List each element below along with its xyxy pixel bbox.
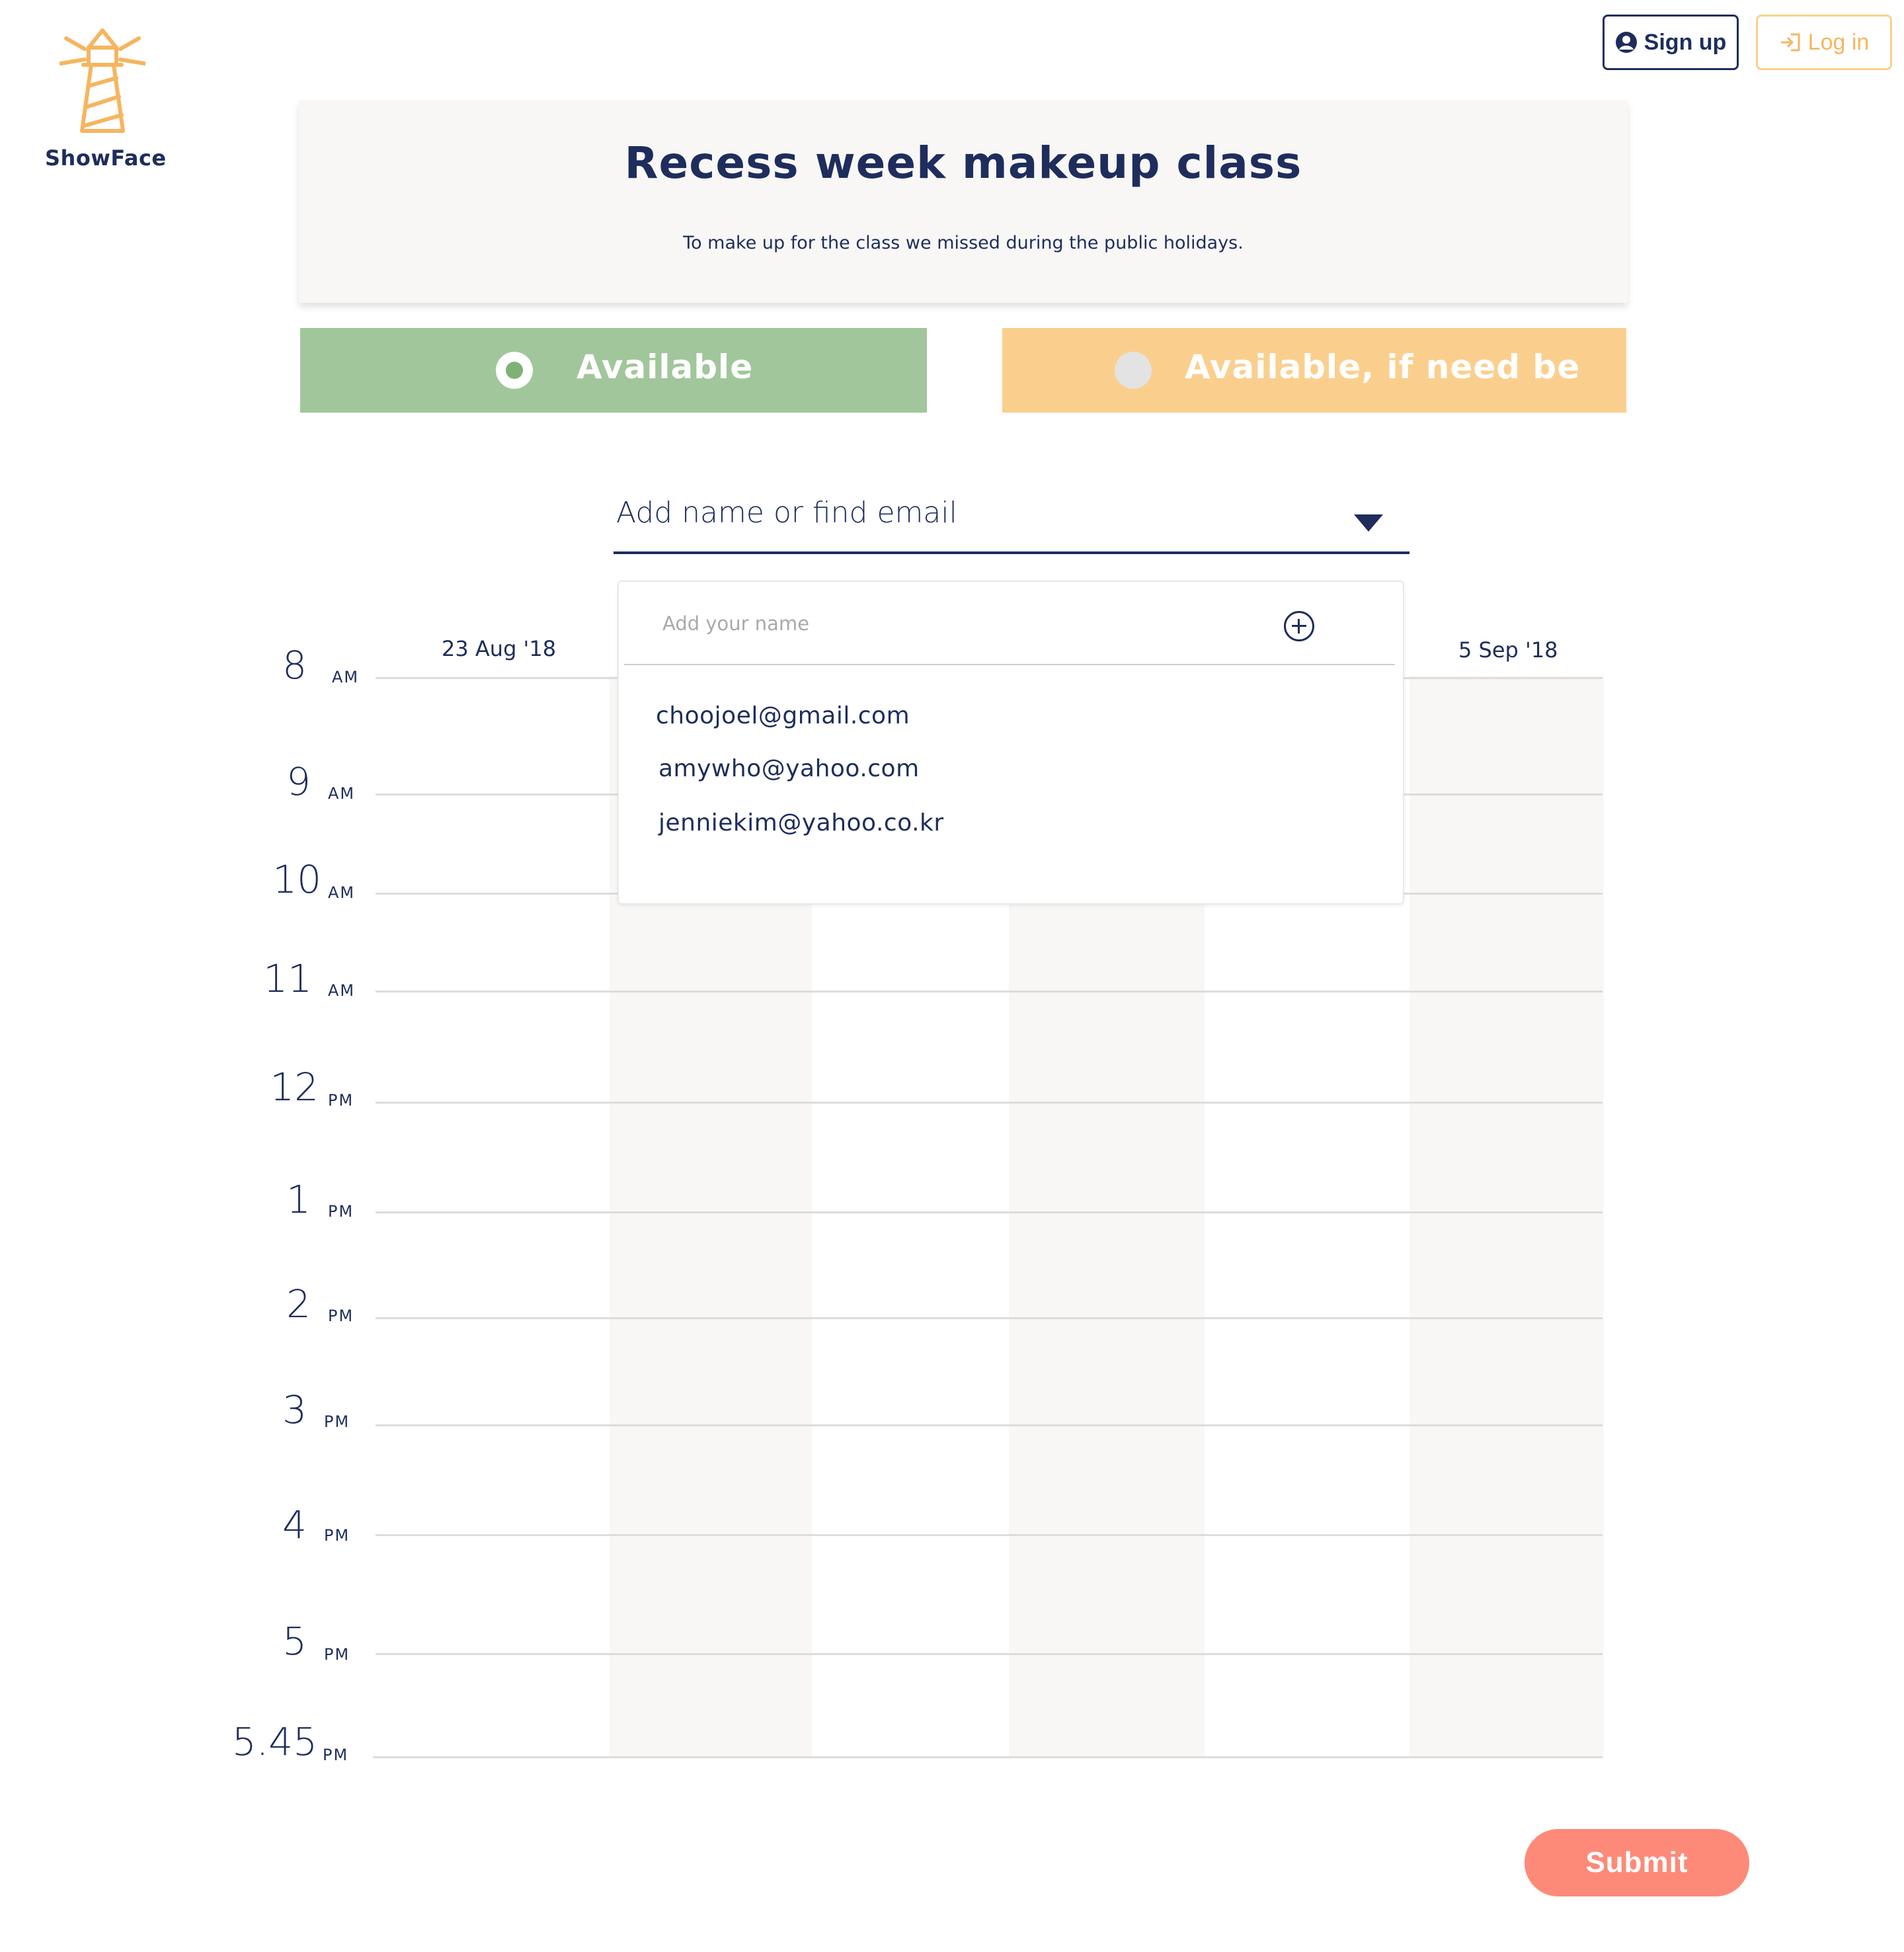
hour-period: AM — [328, 883, 356, 902]
name-select-placeholder: Add name or find email — [616, 496, 957, 530]
hour-line — [376, 1102, 1603, 1104]
hour-period: PM — [328, 1307, 354, 1325]
schedule-grid: 23 Aug '18 5 Sep '18 8 AM 9 AM 10 AM 11 … — [0, 0, 1904, 1952]
hour-number: 10 — [272, 857, 321, 902]
date-label-start: 23 Aug '18 — [442, 636, 557, 661]
hour-period: PM — [323, 1746, 349, 1764]
email-option[interactable]: amywho@yahoo.com — [658, 755, 920, 782]
hour-number: 5 — [282, 1619, 307, 1664]
hour-period: AM — [328, 981, 356, 1000]
hour-number: 2 — [286, 1281, 311, 1326]
hour-period: PM — [324, 1526, 350, 1545]
hour-number: 9 — [286, 759, 311, 804]
hour-period: AM — [332, 668, 360, 686]
hour-period: PM — [324, 1412, 350, 1431]
hour-number: 1 — [286, 1177, 311, 1222]
email-option[interactable]: jenniekim@yahoo.co.kr — [658, 809, 944, 836]
hour-period: AM — [328, 784, 356, 803]
hour-line — [376, 1317, 1603, 1319]
name-email-select[interactable]: Add name or find email — [614, 489, 1409, 554]
add-name-input[interactable]: Add your name — [662, 612, 809, 635]
hour-line — [376, 1653, 1603, 1655]
hour-line — [376, 991, 1603, 993]
hour-line — [376, 1534, 1603, 1536]
submit-button[interactable]: Submit — [1525, 1829, 1749, 1896]
hour-period: PM — [328, 1091, 354, 1110]
name-dropdown: Add your name choojoel@gmail.com amywho@… — [617, 581, 1404, 905]
hour-line — [373, 1756, 1603, 1758]
hour-number: 12 — [270, 1065, 319, 1110]
email-option[interactable]: choojoel@gmail.com — [656, 702, 910, 729]
add-name-row[interactable]: Add your name — [624, 582, 1395, 665]
day-column-6[interactable] — [1409, 676, 1604, 1758]
add-circle-icon[interactable] — [1284, 611, 1314, 641]
hour-number: 5.45 — [231, 1719, 317, 1764]
hour-number: 8 — [282, 643, 307, 688]
date-label-end: 5 Sep '18 — [1458, 637, 1558, 663]
hour-number: 4 — [282, 1502, 307, 1547]
hour-number: 11 — [263, 956, 312, 1001]
caret-down-icon[interactable] — [1354, 514, 1383, 532]
hour-number: 3 — [282, 1387, 307, 1432]
hour-period: PM — [328, 1202, 354, 1221]
hour-line — [376, 1211, 1603, 1213]
hour-line — [376, 1424, 1603, 1426]
hour-period: PM — [324, 1645, 350, 1664]
